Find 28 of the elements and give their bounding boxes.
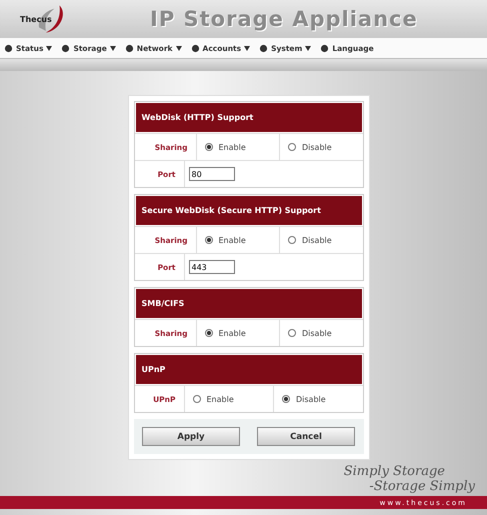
radio-button[interactable]	[282, 395, 290, 403]
app-title: IP Storage Appliance	[150, 7, 418, 31]
section-header: WebDisk (HTTP) Support	[134, 102, 362, 133]
option-label: Enable	[218, 236, 246, 244]
option-label: Disable	[302, 142, 332, 152]
option-label: Enable	[218, 328, 246, 338]
slogan: -Storage Simply	[369, 479, 475, 494]
logo: Thecus	[20, 2, 80, 36]
radio-button[interactable]	[192, 395, 200, 403]
radio-button[interactable]	[204, 236, 212, 244]
port-field[interactable]: 443	[188, 260, 234, 274]
radio-button[interactable]	[204, 329, 212, 337]
radio-button[interactable]	[288, 329, 296, 337]
radio-button[interactable]	[288, 236, 296, 244]
option-label: Enable	[206, 394, 234, 404]
option-label: Disable	[302, 236, 332, 244]
radio-button[interactable]	[204, 143, 212, 151]
action-button[interactable]: Apply	[142, 427, 240, 446]
option-label: Disable	[302, 328, 332, 338]
section-header: UPnP	[134, 354, 362, 385]
radio-button[interactable]	[288, 143, 296, 151]
port-field[interactable]: 80	[188, 167, 234, 181]
option-label: Disable	[296, 394, 326, 404]
action-button[interactable]: Cancel	[257, 427, 355, 446]
slogan: Simply Storage	[344, 464, 445, 479]
option-label: Enable	[218, 142, 246, 152]
section-header: Secure WebDisk (Secure HTTP) Support	[134, 195, 362, 226]
section-header: SMB/CIFS	[134, 288, 362, 319]
